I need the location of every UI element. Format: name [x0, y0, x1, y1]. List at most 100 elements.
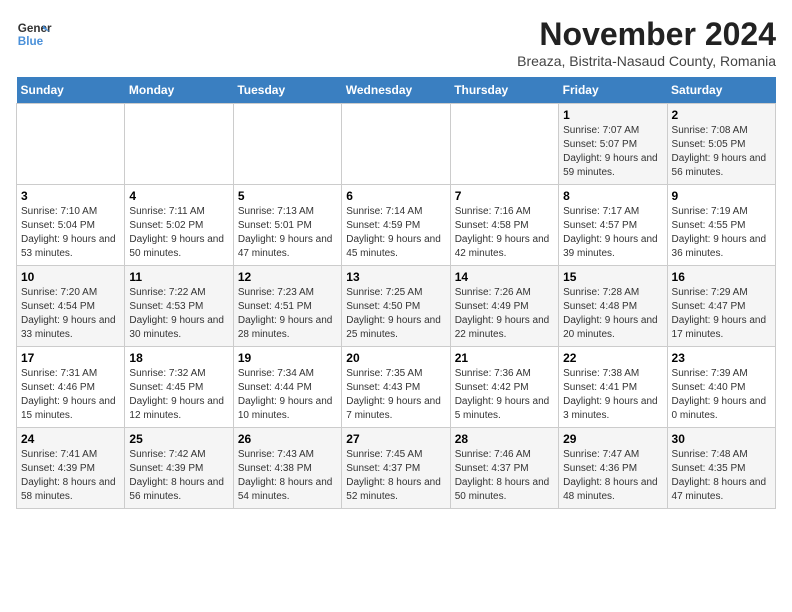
header-row: SundayMondayTuesdayWednesdayThursdayFrid…: [17, 77, 776, 104]
logo-icon: General Blue: [16, 16, 52, 52]
day-number: 18: [129, 351, 228, 365]
svg-text:General: General: [18, 22, 52, 35]
day-number: 27: [346, 432, 445, 446]
day-info: Sunrise: 7:47 AMSunset: 4:36 PMDaylight:…: [563, 448, 662, 504]
calendar-cell: 9 Sunrise: 7:19 AMSunset: 4:55 PMDaylight…: [667, 185, 775, 266]
day-info: Sunrise: 7:31 AMSunset: 4:46 PMDaylight:…: [21, 367, 120, 423]
day-number: 19: [238, 351, 337, 365]
calendar-cell: 21Sunrise: 7:36 AMSunset: 4:42 PMDayligh…: [450, 347, 558, 428]
calendar-cell: 2Sunrise: 7:08 AMSunset: 5:05 PMDaylight…: [667, 104, 775, 185]
day-number: 12: [238, 270, 337, 284]
calendar-cell: [125, 104, 233, 185]
calendar-body: 1Sunrise: 7:07 AMSunset: 5:07 PMDaylight…: [17, 104, 776, 509]
calendar-week-row: 24 Sunrise: 7:41 AMSunset: 4:39 PMDayligh…: [17, 428, 776, 509]
calendar-cell: 10Sunrise: 7:20 AMSunset: 4:54 PMDayligh…: [17, 266, 125, 347]
day-info: Sunrise: 7:34 AMSunset: 4:44 PMDaylight:…: [238, 367, 337, 423]
day-info: Sunrise: 7:38 AMSunset: 4:41 PMDaylight:…: [563, 367, 662, 423]
header: General Blue November 2024 Breaza, Bistr…: [16, 16, 776, 69]
day-info: Sunrise: 7:11 AMSunset: 5:02 PMDaylight:…: [129, 205, 228, 261]
day-info: Sunrise: 7:45 AMSunset: 4:37 PMDaylight:…: [346, 448, 445, 504]
calendar-cell: 5 Sunrise: 7:13 AMSunset: 5:01 PMDaylight…: [233, 185, 341, 266]
calendar-cell: 3Sunrise: 7:10 AMSunset: 5:04 PMDaylight…: [17, 185, 125, 266]
day-number: 22: [563, 351, 662, 365]
title-block: November 2024 Breaza, Bistrita-Nasaud Co…: [517, 16, 776, 69]
calendar-cell: 1Sunrise: 7:07 AMSunset: 5:07 PMDaylight…: [559, 104, 667, 185]
calendar-cell: 27 Sunrise: 7:45 AMSunset: 4:37 PMDayligh…: [342, 428, 450, 509]
day-info: Sunrise: 7:43 AMSunset: 4:38 PMDaylight:…: [238, 448, 337, 504]
calendar-cell: [342, 104, 450, 185]
day-info: Sunrise: 7:10 AMSunset: 5:04 PMDaylight:…: [21, 205, 120, 261]
day-info: Sunrise: 7:08 AMSunset: 5:05 PMDaylight:…: [672, 124, 771, 180]
day-number: 24: [21, 432, 120, 446]
day-info: Sunrise: 7:39 AMSunset: 4:40 PMDaylight:…: [672, 367, 771, 423]
day-info: Sunrise: 7:29 AMSunset: 4:47 PMDaylight:…: [672, 286, 771, 342]
day-number: 4: [129, 189, 228, 203]
calendar-cell: 12 Sunrise: 7:23 AMSunset: 4:51 PMDayligh…: [233, 266, 341, 347]
day-number: 5: [238, 189, 337, 203]
day-info: Sunrise: 7:48 AMSunset: 4:35 PMDaylight:…: [672, 448, 771, 504]
day-number: 16: [672, 270, 771, 284]
day-info: Sunrise: 7:19 AMSunset: 4:55 PMDaylight:…: [672, 205, 771, 261]
calendar-cell: 18Sunrise: 7:32 AMSunset: 4:45 PMDayligh…: [125, 347, 233, 428]
header-day: Wednesday: [342, 77, 450, 104]
day-info: Sunrise: 7:28 AMSunset: 4:48 PMDaylight:…: [563, 286, 662, 342]
header-day: Tuesday: [233, 77, 341, 104]
day-info: Sunrise: 7:20 AMSunset: 4:54 PMDaylight:…: [21, 286, 120, 342]
calendar-cell: 25 Sunrise: 7:42 AMSunset: 4:39 PMDayligh…: [125, 428, 233, 509]
calendar-header: SundayMondayTuesdayWednesdayThursdayFrid…: [17, 77, 776, 104]
header-day: Monday: [125, 77, 233, 104]
calendar-cell: 28Sunrise: 7:46 AMSunset: 4:37 PMDayligh…: [450, 428, 558, 509]
day-number: 26: [238, 432, 337, 446]
day-info: Sunrise: 7:25 AMSunset: 4:50 PMDaylight:…: [346, 286, 445, 342]
calendar-cell: 22 Sunrise: 7:38 AMSunset: 4:41 PMDayligh…: [559, 347, 667, 428]
day-number: 23: [672, 351, 771, 365]
calendar-cell: 13 Sunrise: 7:25 AMSunset: 4:50 PMDayligh…: [342, 266, 450, 347]
calendar-cell: 20 Sunrise: 7:35 AMSunset: 4:43 PMDayligh…: [342, 347, 450, 428]
header-day: Sunday: [17, 77, 125, 104]
logo: General Blue: [16, 16, 52, 52]
subtitle: Breaza, Bistrita-Nasaud County, Romania: [517, 53, 776, 69]
calendar-cell: 4 Sunrise: 7:11 AMSunset: 5:02 PMDaylight…: [125, 185, 233, 266]
calendar-cell: 26 Sunrise: 7:43 AMSunset: 4:38 PMDayligh…: [233, 428, 341, 509]
day-info: Sunrise: 7:35 AMSunset: 4:43 PMDaylight:…: [346, 367, 445, 423]
day-number: 29: [563, 432, 662, 446]
day-number: 9: [672, 189, 771, 203]
day-number: 8: [563, 189, 662, 203]
calendar-cell: 29 Sunrise: 7:47 AMSunset: 4:36 PMDayligh…: [559, 428, 667, 509]
day-number: 1: [563, 108, 662, 122]
day-number: 30: [672, 432, 771, 446]
header-day: Thursday: [450, 77, 558, 104]
calendar-cell: 24 Sunrise: 7:41 AMSunset: 4:39 PMDayligh…: [17, 428, 125, 509]
day-number: 13: [346, 270, 445, 284]
calendar-cell: 16 Sunrise: 7:29 AMSunset: 4:47 PMDayligh…: [667, 266, 775, 347]
day-info: Sunrise: 7:13 AMSunset: 5:01 PMDaylight:…: [238, 205, 337, 261]
day-number: 28: [455, 432, 554, 446]
day-number: 17: [21, 351, 120, 365]
calendar-cell: 30 Sunrise: 7:48 AMSunset: 4:35 PMDayligh…: [667, 428, 775, 509]
calendar-cell: 15Sunrise: 7:28 AMSunset: 4:48 PMDayligh…: [559, 266, 667, 347]
day-info: Sunrise: 7:26 AMSunset: 4:49 PMDaylight:…: [455, 286, 554, 342]
day-info: Sunrise: 7:42 AMSunset: 4:39 PMDaylight:…: [129, 448, 228, 504]
calendar-cell: [17, 104, 125, 185]
calendar-cell: 23 Sunrise: 7:39 AMSunset: 4:40 PMDayligh…: [667, 347, 775, 428]
day-number: 7: [455, 189, 554, 203]
calendar-cell: 19 Sunrise: 7:34 AMSunset: 4:44 PMDayligh…: [233, 347, 341, 428]
calendar-cell: 8Sunrise: 7:17 AMSunset: 4:57 PMDaylight…: [559, 185, 667, 266]
calendar-week-row: 3Sunrise: 7:10 AMSunset: 5:04 PMDaylight…: [17, 185, 776, 266]
svg-text:Blue: Blue: [18, 35, 44, 48]
day-info: Sunrise: 7:16 AMSunset: 4:58 PMDaylight:…: [455, 205, 554, 261]
calendar-cell: 14 Sunrise: 7:26 AMSunset: 4:49 PMDayligh…: [450, 266, 558, 347]
calendar-table: SundayMondayTuesdayWednesdayThursdayFrid…: [16, 77, 776, 509]
calendar-week-row: 1Sunrise: 7:07 AMSunset: 5:07 PMDaylight…: [17, 104, 776, 185]
day-info: Sunrise: 7:23 AMSunset: 4:51 PMDaylight:…: [238, 286, 337, 342]
day-number: 14: [455, 270, 554, 284]
main-title: November 2024: [517, 16, 776, 53]
day-number: 25: [129, 432, 228, 446]
day-number: 11: [129, 270, 228, 284]
day-number: 21: [455, 351, 554, 365]
calendar-cell: 7 Sunrise: 7:16 AMSunset: 4:58 PMDaylight…: [450, 185, 558, 266]
calendar-week-row: 17 Sunrise: 7:31 AMSunset: 4:46 PMDayligh…: [17, 347, 776, 428]
day-info: Sunrise: 7:41 AMSunset: 4:39 PMDaylight:…: [21, 448, 120, 504]
day-number: 20: [346, 351, 445, 365]
calendar-cell: 11Sunrise: 7:22 AMSunset: 4:53 PMDayligh…: [125, 266, 233, 347]
